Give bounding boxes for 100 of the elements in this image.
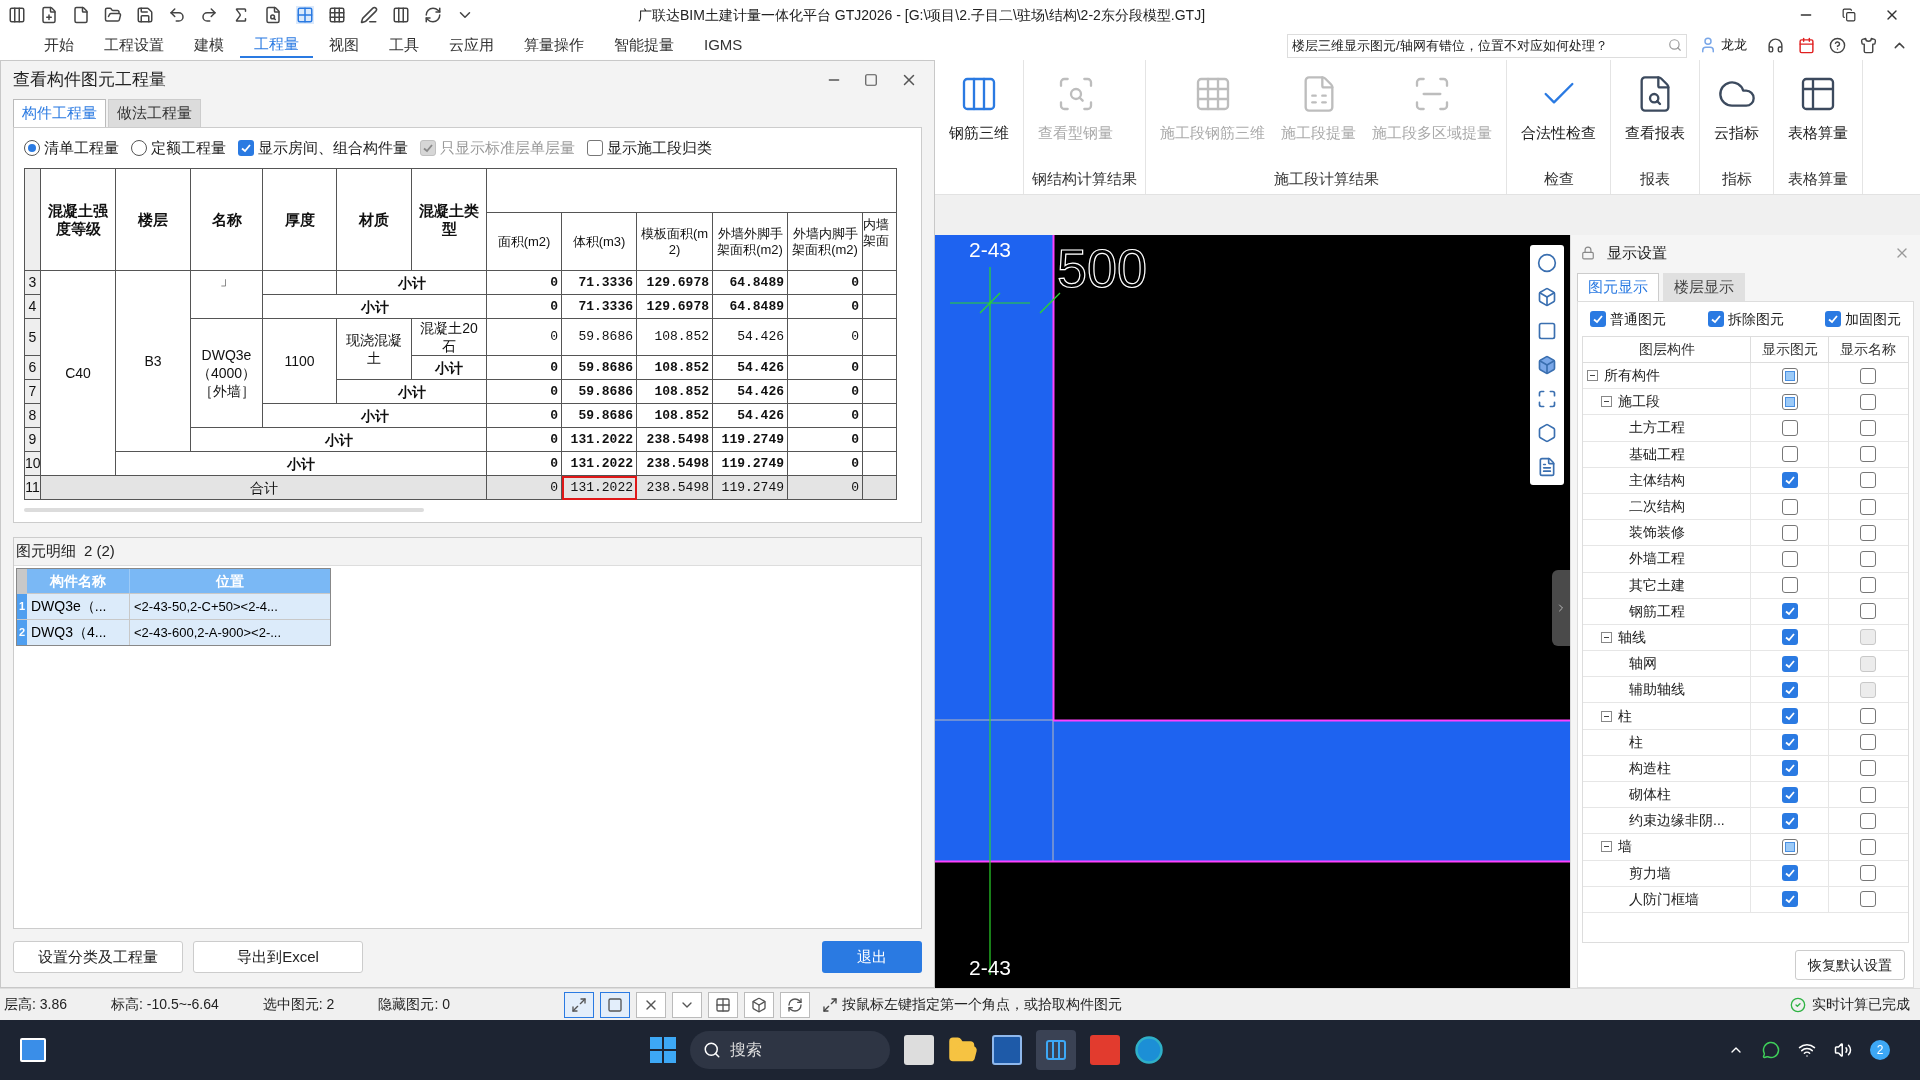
radio-button[interactable] bbox=[24, 140, 40, 156]
dialog-tab[interactable]: 做法工程量 bbox=[108, 99, 201, 127]
checkbox[interactable] bbox=[1860, 550, 1876, 567]
undo-icon[interactable] bbox=[168, 6, 186, 24]
logo-icon[interactable] bbox=[8, 6, 26, 24]
checkbox[interactable] bbox=[1781, 550, 1798, 567]
shirt-icon[interactable] bbox=[1860, 36, 1877, 54]
checkbox[interactable] bbox=[1860, 524, 1876, 541]
tree-item-label[interactable]: 轴线 bbox=[1618, 626, 1646, 648]
dialog-tab[interactable]: 构件工程量 bbox=[13, 99, 106, 127]
checkbox[interactable] bbox=[1860, 708, 1876, 725]
volume-icon[interactable] bbox=[1834, 1041, 1852, 1059]
snap-tool-button[interactable] bbox=[708, 991, 738, 1018]
checkbox[interactable] bbox=[1781, 446, 1798, 463]
widgets-icon[interactable] bbox=[20, 1038, 46, 1062]
collapse-toggle[interactable] bbox=[1601, 841, 1612, 853]
search-icon[interactable] bbox=[1668, 38, 1682, 52]
snap-tool-button[interactable] bbox=[744, 991, 774, 1018]
panel-tab[interactable]: 图元显示 bbox=[1577, 273, 1659, 301]
checkbox[interactable] bbox=[587, 140, 603, 156]
tree-item-label[interactable]: 装饰装修 bbox=[1629, 522, 1685, 544]
checkbox[interactable] bbox=[1860, 419, 1876, 436]
taskbar-search-field[interactable]: 搜索 bbox=[690, 1031, 890, 1069]
checkbox[interactable] bbox=[1781, 891, 1798, 908]
hexagon-icon[interactable] bbox=[1537, 423, 1557, 443]
tree-item-label[interactable]: 柱 bbox=[1618, 705, 1632, 727]
checkbox[interactable] bbox=[1781, 760, 1798, 777]
ribbon-button[interactable]: 云指标 bbox=[1708, 74, 1765, 145]
menu-tab[interactable]: 工程设置 bbox=[90, 32, 178, 58]
file-icon[interactable] bbox=[72, 6, 90, 24]
menu-tab[interactable]: 智能提量 bbox=[600, 32, 688, 58]
tree-item-label[interactable]: 人防门框墙 bbox=[1629, 888, 1699, 910]
menu-tab[interactable]: 算量操作 bbox=[510, 32, 598, 58]
tree-item-label[interactable]: 施工段 bbox=[1618, 391, 1660, 413]
checkbox[interactable] bbox=[1860, 603, 1876, 620]
cube-icon[interactable] bbox=[1537, 287, 1557, 307]
checkbox[interactable] bbox=[1781, 603, 1798, 620]
ribbon-button[interactable]: 查看报表 bbox=[1619, 74, 1691, 145]
checkbox[interactable] bbox=[1860, 577, 1876, 594]
checkbox[interactable] bbox=[1860, 865, 1876, 882]
snap-tool-button[interactable] bbox=[780, 991, 810, 1018]
panel-tab[interactable]: 楼层显示 bbox=[1663, 273, 1745, 301]
tree-item-label[interactable]: 轴网 bbox=[1629, 653, 1657, 675]
tree-item-label[interactable]: 墙 bbox=[1618, 836, 1632, 858]
ribbon-button[interactable]: 合法性检查 bbox=[1515, 74, 1602, 145]
checkbox[interactable] bbox=[1781, 577, 1798, 594]
checkbox[interactable] bbox=[1781, 472, 1798, 489]
checkbox[interactable] bbox=[1590, 311, 1606, 327]
checkbox[interactable] bbox=[1860, 891, 1876, 908]
maximize-icon[interactable] bbox=[864, 73, 878, 87]
pen-icon[interactable] bbox=[360, 6, 378, 24]
menu-tab[interactable]: 工程量 bbox=[240, 32, 313, 58]
radio-button[interactable] bbox=[131, 140, 147, 156]
reset-button[interactable]: 恢复默认设置 bbox=[1795, 950, 1905, 980]
checkbox[interactable] bbox=[1860, 812, 1876, 829]
checkbox[interactable] bbox=[1707, 311, 1724, 327]
checkbox[interactable] bbox=[1781, 524, 1798, 541]
menu-tab[interactable]: IGMS bbox=[690, 32, 757, 58]
snap-tool-button[interactable] bbox=[564, 991, 594, 1018]
checkbox[interactable] bbox=[1860, 786, 1876, 803]
checkbox[interactable] bbox=[1860, 393, 1876, 410]
collapse-toggle[interactable] bbox=[1601, 631, 1612, 643]
checkbox[interactable] bbox=[1781, 629, 1798, 646]
tree-item-label[interactable]: 剪力墙 bbox=[1629, 862, 1671, 884]
user-name[interactable]: 龙龙 bbox=[1721, 35, 1747, 55]
checkbox[interactable] bbox=[1781, 419, 1798, 436]
tree-item-label[interactable]: 构造柱 bbox=[1629, 757, 1671, 779]
tree-item-label[interactable]: 钢筋工程 bbox=[1629, 600, 1685, 622]
checkbox[interactable] bbox=[1825, 311, 1841, 327]
panel-toggle[interactable] bbox=[1552, 570, 1570, 646]
calendar-icon[interactable] bbox=[1798, 36, 1815, 54]
help-search-field[interactable]: 楼层三维显示图元/轴网有错位，位置不对应如何处理？ bbox=[1287, 34, 1687, 58]
restore-icon[interactable] bbox=[1842, 8, 1856, 22]
square-icon[interactable] bbox=[1537, 321, 1557, 341]
checkbox[interactable] bbox=[1781, 498, 1798, 515]
checkbox[interactable] bbox=[1781, 367, 1798, 384]
checkbox[interactable] bbox=[1781, 865, 1798, 882]
checkbox[interactable] bbox=[1860, 446, 1876, 463]
snap-tool-button[interactable] bbox=[600, 991, 630, 1018]
collapse-toggle[interactable] bbox=[1587, 370, 1598, 382]
tree-item-label[interactable]: 柱 bbox=[1629, 731, 1643, 753]
help-icon[interactable] bbox=[1829, 36, 1846, 54]
refresh-icon[interactable] bbox=[424, 6, 442, 24]
checkbox[interactable] bbox=[1781, 655, 1798, 672]
dialog-button[interactable]: 设置分类及工程量 bbox=[13, 941, 183, 973]
chat-icon[interactable] bbox=[1762, 1041, 1780, 1059]
collapse-toggle[interactable] bbox=[1601, 396, 1612, 408]
headset-icon[interactable] bbox=[1767, 36, 1784, 54]
detail-row[interactable]: 2 DWQ3（4... <2-43-600,2-A-900><2-... bbox=[17, 619, 330, 645]
tree-item-label[interactable]: 二次结构 bbox=[1629, 496, 1685, 518]
checkbox[interactable] bbox=[1860, 367, 1876, 384]
ribbon-button[interactable]: 表格算量 bbox=[1782, 74, 1854, 145]
tree-item-label[interactable]: 砌体柱 bbox=[1629, 784, 1671, 806]
detail-row[interactable]: 1 DWQ3e（... <2-43-50,2-C+50><2-4... bbox=[17, 593, 330, 619]
tree-item-label[interactable]: 约束边缘非阴... bbox=[1629, 810, 1725, 832]
redo-icon[interactable] bbox=[200, 6, 218, 24]
browser-icon[interactable] bbox=[1134, 1035, 1164, 1065]
tree-item-label[interactable]: 所有构件 bbox=[1604, 365, 1660, 387]
lock-icon[interactable] bbox=[1581, 246, 1595, 260]
menu-tab[interactable]: 视图 bbox=[315, 32, 373, 58]
